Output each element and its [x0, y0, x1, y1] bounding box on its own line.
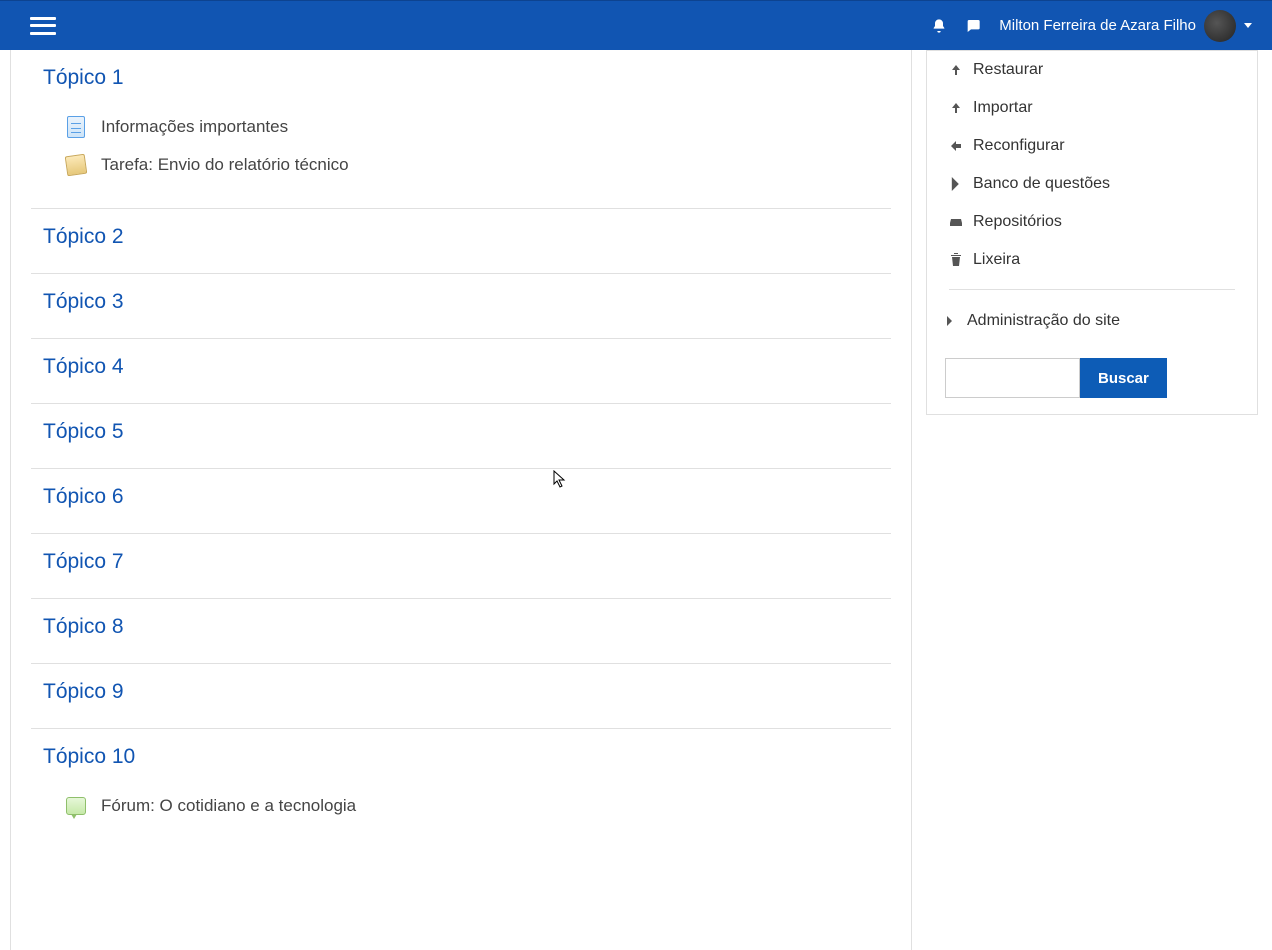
admin-item-label: Banco de questões: [973, 175, 1110, 193]
avatar: [1204, 10, 1236, 42]
admin-item[interactable]: Importar: [927, 89, 1257, 127]
hamburger-menu[interactable]: [30, 17, 56, 35]
topic-title[interactable]: Tópico 7: [31, 550, 891, 574]
sidebar: Restaurar Importar Reconfigurar Banco de qu…: [912, 50, 1272, 950]
topic-title[interactable]: Tópico 5: [31, 420, 891, 444]
upload-icon: [949, 63, 963, 77]
topic-section: Tópico 3: [31, 274, 891, 339]
topic-section: Tópico 5: [31, 404, 891, 469]
user-menu[interactable]: Milton Ferreira de Azara Filho: [999, 10, 1252, 42]
activity-label: Informações importantes: [101, 117, 288, 137]
topic-section: Tópico 8: [31, 599, 891, 664]
search-button[interactable]: Buscar: [1080, 358, 1167, 398]
admin-item[interactable]: Banco de questões: [927, 165, 1257, 203]
topic-title[interactable]: Tópico 4: [31, 355, 891, 379]
activity-label: Fórum: O cotidiano e a tecnologia: [101, 796, 356, 816]
admin-item-label: Restaurar: [973, 61, 1043, 79]
topic-section: Tópico 7: [31, 534, 891, 599]
navbar-right: Milton Ferreira de Azara Filho: [931, 10, 1252, 42]
arrow-left-icon: [949, 139, 963, 153]
topic-title[interactable]: Tópico 8: [31, 615, 891, 639]
topic-title[interactable]: Tópico 9: [31, 680, 891, 704]
admin-item-label: Repositórios: [973, 213, 1062, 231]
admin-item[interactable]: Repositórios: [927, 203, 1257, 241]
topic-title[interactable]: Tópico 6: [31, 485, 891, 509]
activity-link[interactable]: Fórum: O cotidiano e a tecnologia: [65, 787, 891, 825]
drive-icon: [949, 215, 963, 229]
admin-item[interactable]: Lixeira: [927, 241, 1257, 279]
page-icon: [65, 116, 87, 138]
admin-item-label: Importar: [973, 99, 1033, 117]
chevron-right-icon: [949, 177, 963, 191]
messages-icon[interactable]: [965, 18, 981, 34]
forum-icon: [65, 795, 87, 817]
assignment-icon: [65, 154, 87, 176]
search-input[interactable]: [945, 358, 1080, 398]
admin-item[interactable]: Restaurar: [927, 51, 1257, 89]
activity-link[interactable]: Informações importantes: [65, 108, 891, 146]
topic-title[interactable]: Tópico 2: [31, 225, 891, 249]
topic-title[interactable]: Tópico 1: [31, 66, 891, 90]
navbar: Milton Ferreira de Azara Filho: [0, 0, 1272, 50]
topic-title[interactable]: Tópico 10: [31, 745, 891, 769]
topic-section: Tópico 6: [31, 469, 891, 534]
topic-title[interactable]: Tópico 3: [31, 290, 891, 314]
chevron-down-icon: [1244, 23, 1252, 28]
site-admin-root[interactable]: Administração do site: [927, 304, 1257, 342]
upload-icon: [949, 101, 963, 115]
chevron-right-icon: [945, 316, 955, 326]
topic-section: Tópico 10 Fórum: O cotidiano e a tecnolog…: [31, 729, 891, 849]
trash-icon: [949, 253, 963, 267]
topic-section: Tópico 4: [31, 339, 891, 404]
admin-item-label: Reconfigurar: [973, 137, 1065, 155]
site-admin-label: Administração do site: [967, 312, 1120, 330]
topic-section: Tópico 1 Informações importantes Tarefa: E…: [31, 50, 891, 209]
admin-item[interactable]: Reconfigurar: [927, 127, 1257, 165]
notifications-icon[interactable]: [931, 18, 947, 34]
topic-section: Tópico 2: [31, 209, 891, 274]
activity-label: Tarefa: Envio do relatório técnico: [101, 155, 349, 175]
activity-link[interactable]: Tarefa: Envio do relatório técnico: [65, 146, 891, 184]
user-name: Milton Ferreira de Azara Filho: [999, 17, 1196, 34]
admin-item-label: Lixeira: [973, 251, 1020, 269]
course-content: Tópico 1 Informações importantes Tarefa: E…: [10, 50, 912, 950]
admin-search: Buscar: [945, 358, 1257, 398]
topic-section: Tópico 9: [31, 664, 891, 729]
